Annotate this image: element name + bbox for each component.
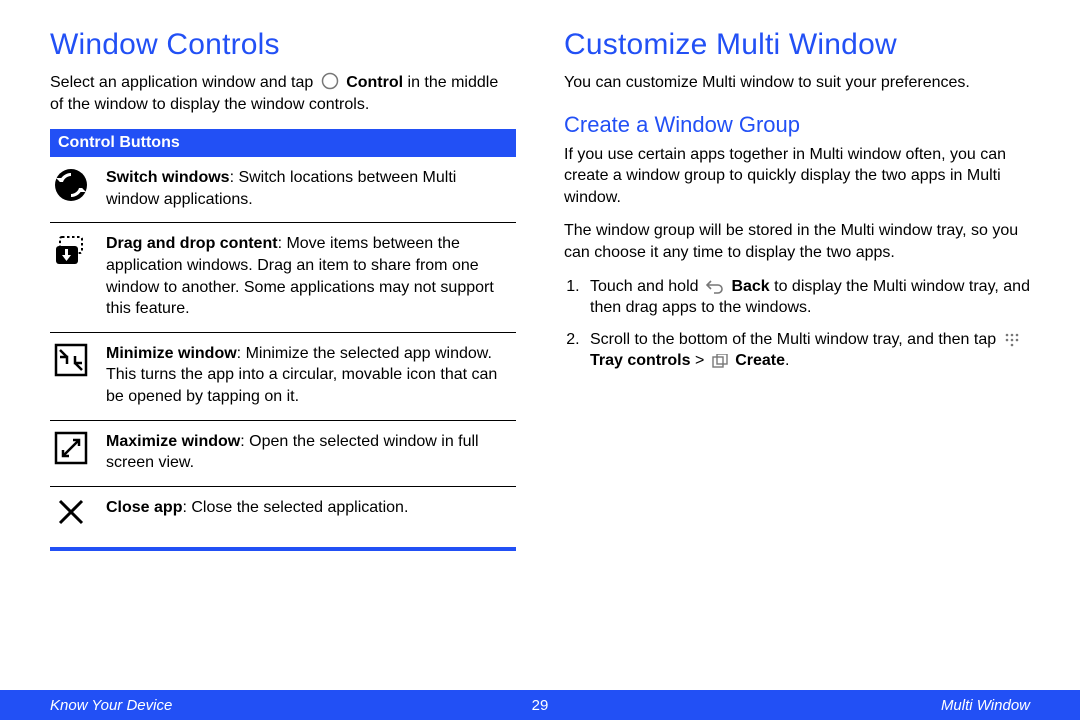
create-group-p1: If you use certain apps together in Mult… (564, 144, 1030, 209)
step2-post: . (785, 352, 789, 369)
step-1: Touch and hold Back to display the Multi… (584, 276, 1030, 319)
maximize-window-icon (52, 431, 90, 469)
cb-text-close: Close app: Close the selected applicatio… (106, 497, 408, 519)
cb-bold: Switch windows (106, 169, 230, 186)
cb-row-minimize: Minimize window: Minimize the selected a… (50, 333, 516, 421)
cb-text-switch: Switch windows: Switch locations between… (106, 167, 514, 210)
step1-bold: Back (731, 278, 769, 295)
cb-bold: Drag and drop content (106, 235, 278, 252)
page-footer: Know Your Device 29 Multi Window (0, 690, 1080, 720)
back-icon (706, 280, 724, 294)
close-app-icon (52, 497, 90, 535)
cb-row-switch: Switch windows: Switch locations between… (50, 157, 516, 223)
step2-b1: Tray controls (590, 352, 690, 369)
tray-controls-icon (1004, 333, 1020, 347)
minimize-window-icon (52, 343, 90, 381)
step2-mid: > (695, 352, 709, 369)
footer-page-number: 29 (532, 697, 549, 714)
cb-desc: : Close the selected application. (182, 499, 408, 516)
cb-row-dragdrop: Drag and drop content: Move items betwee… (50, 223, 516, 332)
right-column: Customize Multi Window You can customize… (564, 28, 1030, 551)
cb-text-dragdrop: Drag and drop content: Move items betwee… (106, 233, 514, 319)
switch-windows-icon (52, 167, 90, 205)
step2-b2: Create (735, 352, 785, 369)
cb-bold: Maximize window (106, 433, 240, 450)
customize-heading: Customize Multi Window (564, 28, 1030, 62)
create-group-subheading: Create a Window Group (564, 112, 1030, 138)
footer-right: Multi Window (941, 697, 1030, 714)
create-icon (712, 354, 728, 368)
cb-bold: Close app (106, 499, 182, 516)
footer-left: Know Your Device (50, 697, 172, 714)
manual-page: Window Controls Select an application wi… (0, 0, 1080, 720)
step-2: Scroll to the bottom of the Multi window… (584, 329, 1030, 372)
control-buttons-list: Switch windows: Switch locations between… (50, 157, 516, 551)
left-column: Window Controls Select an application wi… (50, 28, 516, 551)
step1-pre: Touch and hold (590, 278, 703, 295)
cb-text-minimize: Minimize window: Minimize the selected a… (106, 343, 514, 408)
window-controls-heading: Window Controls (50, 28, 516, 62)
control-buttons-header: Control Buttons (50, 129, 516, 157)
two-column-layout: Window Controls Select an application wi… (0, 0, 1080, 551)
intro-text-pre: Select an application window and tap (50, 74, 318, 91)
window-controls-intro: Select an application window and tap Con… (50, 72, 516, 115)
intro-text-bold: Control (346, 74, 403, 91)
cb-bold: Minimize window (106, 345, 237, 362)
control-circle-icon (321, 72, 339, 90)
create-group-steps: Touch and hold Back to display the Multi… (584, 276, 1030, 372)
cb-row-close: Close app: Close the selected applicatio… (50, 487, 516, 551)
drag-drop-icon (52, 233, 90, 271)
cb-text-maximize: Maximize window: Open the selected windo… (106, 431, 514, 474)
create-group-p2: The window group will be stored in the M… (564, 220, 1030, 263)
cb-row-maximize: Maximize window: Open the selected windo… (50, 421, 516, 487)
customize-intro: You can customize Multi window to suit y… (564, 72, 1030, 94)
step2-pre: Scroll to the bottom of the Multi window… (590, 331, 1001, 348)
